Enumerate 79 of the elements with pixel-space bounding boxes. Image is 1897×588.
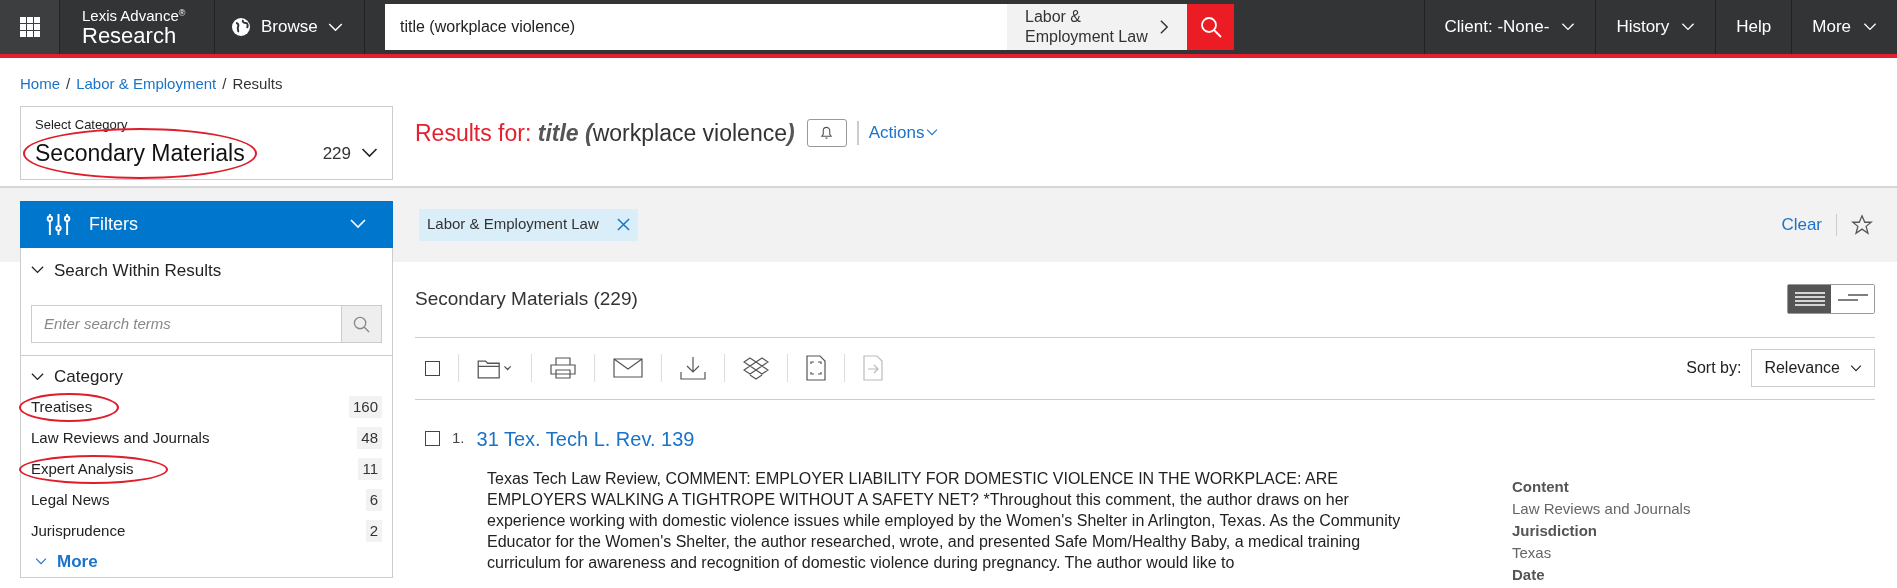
browse-menu[interactable]: Browse (215, 0, 365, 54)
meta-value: Texas (1512, 542, 1553, 563)
search-within-button[interactable] (342, 305, 382, 343)
chevron-down-icon (31, 266, 44, 275)
count-badge: 160 (348, 396, 382, 418)
select-all-checkbox[interactable] (425, 360, 440, 376)
chevron-down-icon (349, 219, 367, 229)
chevron-down-icon (35, 557, 47, 565)
chevron-down-icon (327, 22, 343, 32)
chevron-down-icon (926, 129, 939, 137)
meta-label: Date (1512, 564, 1546, 585)
breadcrumb-link[interactable]: Labor & Employment (76, 73, 217, 96)
nav-menu[interactable]: More (1791, 0, 1897, 54)
chevron-right-icon (1160, 19, 1169, 35)
category-item[interactable]: Law Reviews and Journals (31, 426, 210, 450)
category-item[interactable]: Treatises (31, 395, 93, 419)
category-item[interactable]: Legal News (31, 488, 110, 512)
apps-grid-button[interactable] (0, 0, 60, 54)
nav-menu[interactable]: Client: -None- (1423, 0, 1596, 54)
search-within-field[interactable]: Enter search terms (31, 305, 342, 343)
count-badge: 11 (358, 458, 382, 480)
result-number: 1. (452, 428, 465, 449)
category-select[interactable]: Select Category Secondary Materials 229 (20, 105, 393, 180)
chevron-down-icon (1850, 364, 1862, 372)
filters-header[interactable]: Filters (20, 200, 393, 248)
breadcrumb-current: Results (232, 74, 283, 94)
search-icon (353, 315, 370, 333)
lines-icon (1837, 294, 1868, 304)
meta-label: Content (1512, 476, 1570, 497)
count-badge: 6 (365, 489, 382, 511)
result-snippet: Texas Tech Law Review, COMMENT: EMPLOYER LIABILITY FOR DOMESTIC VIOLENCE IN THE WORKPLACE: ARE EMPLOYERS WALKING A TIGHTROPE WITHOUT A SAFETY NET? *Throughout this comment, the author draws on her experience working with domestic violence issues while employed by the Women's Shelter in Arlington, Texas. As the Community Educator for the Women's Shelter, the author researched, wrote, and presented Safe Mom/Healthy Baby, a medical training curriculum for awareness and recognition of domestic violence during pregnancy. The author would like to (487, 468, 1402, 573)
view-toggle[interactable] (1788, 285, 1831, 313)
category-item[interactable]: Jurisprudence (31, 519, 126, 543)
more-toggle[interactable]: More (31, 548, 98, 574)
document-frame-icon[interactable] (806, 355, 826, 381)
printer-icon[interactable] (550, 357, 576, 379)
breadcrumb-separator: / (222, 74, 227, 94)
count-badge: 2 (365, 520, 382, 542)
result-title-link[interactable]: 31 Tex. Tech L. Rev. 139 (476, 423, 695, 454)
grid-icon (19, 17, 40, 37)
count-badge: 48 (357, 427, 382, 449)
breadcrumb-separator: / (66, 74, 71, 94)
scope-label: Labor & Employment Law (1025, 7, 1149, 47)
nav-menu[interactable]: Help (1715, 0, 1792, 54)
star-icon[interactable] (1851, 213, 1873, 236)
list-title: Secondary Materials (229) (415, 286, 638, 311)
nav-menu[interactable]: History (1595, 0, 1716, 54)
globe-icon (231, 17, 251, 37)
search-button[interactable] (1187, 4, 1234, 50)
actions-menu[interactable]: Actions (868, 120, 939, 146)
result-checkbox[interactable] (425, 431, 440, 446)
alert-button[interactable] (806, 118, 847, 147)
mail-icon[interactable] (613, 358, 643, 378)
category-item[interactable]: Expert Analysis (31, 457, 134, 481)
bell-icon (820, 125, 834, 141)
clear-link[interactable]: Clear (1781, 211, 1822, 238)
close-icon[interactable] (616, 218, 630, 231)
category-value: Secondary Materials (35, 140, 245, 166)
section-toggle[interactable]: Category (31, 364, 123, 390)
meta-label: Jurisdiction (1512, 520, 1598, 541)
chevron-down-icon (1681, 23, 1696, 31)
chevron-down-icon (1863, 23, 1877, 31)
chevron-down-icon (1561, 23, 1576, 31)
chevron-down-icon (361, 148, 378, 159)
lines-icon (1794, 292, 1825, 306)
sort-dropdown[interactable]: Relevance (1751, 349, 1875, 387)
search-field[interactable]: title (workplace violence) (385, 4, 1007, 50)
meta-value: Law Reviews and Journals (1512, 498, 1691, 519)
scope-selector[interactable]: Labor & Employment Law (1007, 4, 1187, 50)
download-icon[interactable] (680, 356, 706, 380)
filter-tag: Labor & Employment Law (419, 208, 638, 241)
results-heading: Results for: title (workplace violence) (415, 118, 795, 148)
search-icon (1199, 16, 1222, 38)
section-toggle[interactable]: Search Within Results (31, 257, 222, 283)
breadcrumb-link[interactable]: Home (20, 73, 60, 96)
sort-label: Sort by: (1686, 358, 1742, 378)
brand-logo[interactable]: Lexis Advance$^{®}$ Research (60, 0, 215, 54)
chevron-down-icon (31, 372, 44, 381)
sliders-icon (46, 212, 71, 236)
